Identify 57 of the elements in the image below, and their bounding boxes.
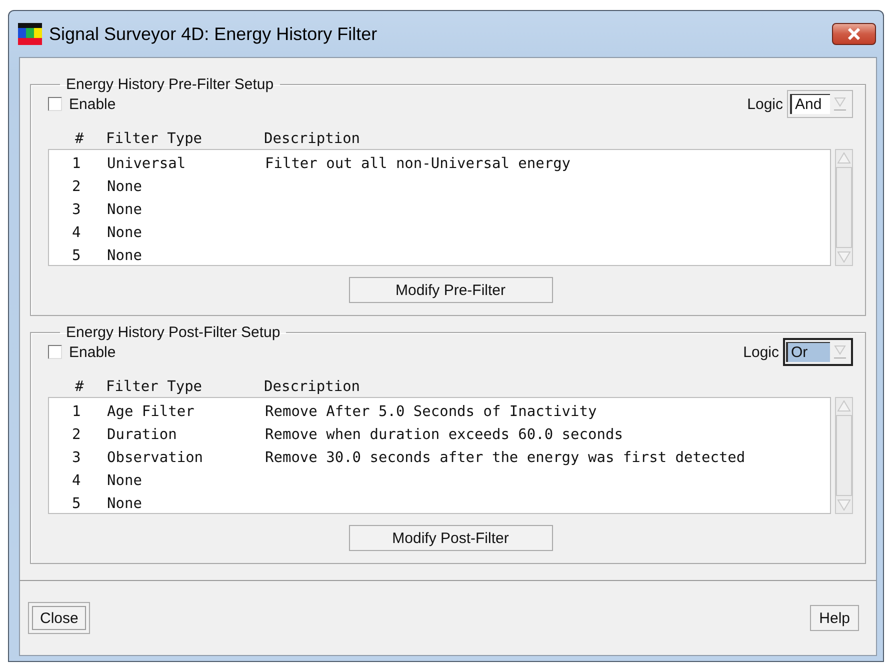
column-header: Description (264, 379, 360, 395)
filter-type-cell-text: None (107, 472, 143, 488)
scrollbar[interactable] (835, 397, 853, 514)
description-cell: Remove After 5.0 Seconds of Inactivity (265, 404, 597, 420)
enable-checkbox[interactable] (48, 345, 62, 359)
enable-checkbox[interactable] (48, 97, 62, 111)
column-header: Filter Type (106, 379, 204, 395)
description-cell: Remove when duration exceeds 60.0 seconds (265, 426, 623, 442)
column-header: Description (264, 131, 360, 147)
row-number: 3 (71, 202, 82, 218)
window-title: Signal Surveyor 4D: Energy History Filter (49, 24, 378, 44)
modify-filter-button[interactable]: Modify Post-Filter (348, 525, 552, 551)
column-header: Filter Type (106, 131, 204, 147)
logic-label: Logic (743, 344, 779, 360)
group-title: Energy History Post-Filter Setup (65, 324, 282, 341)
filter-type-cell-text: None (107, 224, 143, 240)
column-header: # (74, 379, 85, 395)
group-title: Energy History Pre-Filter Setup (65, 76, 275, 93)
logic-dropdown[interactable]: And (787, 90, 853, 118)
filter-type-cell-text: Universal (107, 156, 187, 172)
filter-type-cell-text: None (107, 202, 143, 218)
description-cell: Filter out all non-Universal energy (265, 156, 571, 172)
dialog-button[interactable]: Help (810, 605, 859, 631)
logic-value: And (790, 94, 830, 114)
filter-type-cell-text: None (107, 248, 143, 264)
dropdown-arrow-icon (833, 344, 847, 360)
logic-value: Or (786, 342, 830, 362)
row-number: 4 (71, 224, 82, 240)
scroll-up-arrow-icon[interactable] (836, 398, 852, 414)
row-number: 5 (71, 248, 82, 264)
filter-type-cell-text: None (107, 178, 143, 194)
filter-type-cell-text: Age Filter (107, 404, 196, 420)
scroll-down-arrow-icon[interactable] (836, 249, 852, 265)
filter-type-cell-text: None (107, 496, 143, 512)
row-number: 4 (71, 472, 82, 488)
modify-filter-button[interactable]: Modify Pre-Filter (348, 277, 552, 303)
logic-dropdown[interactable]: Or (783, 338, 853, 366)
row-number: 5 (71, 496, 82, 512)
row-number: 2 (71, 178, 82, 194)
filter-type-cell-text: Observation (107, 450, 204, 466)
app-icon (18, 23, 42, 45)
row-number: 3 (71, 450, 82, 466)
dialog-button[interactable]: Close (28, 602, 90, 634)
enable-label: Enable (69, 344, 116, 360)
filter-type-cell-text: Duration (107, 426, 178, 442)
scroll-down-arrow-icon[interactable] (836, 497, 852, 513)
row-number: 1 (71, 404, 82, 420)
scrollbar[interactable] (835, 149, 853, 266)
close-icon[interactable] (832, 23, 876, 45)
logic-label: Logic (747, 96, 783, 112)
scroll-up-arrow-icon[interactable] (836, 150, 852, 166)
row-number: 1 (71, 156, 82, 172)
dropdown-arrow-icon (833, 96, 847, 112)
column-header: # (74, 131, 85, 147)
enable-label: Enable (69, 96, 116, 112)
row-number: 2 (71, 426, 82, 442)
description-cell: Remove 30.0 seconds after the energy was first detected (265, 450, 746, 466)
